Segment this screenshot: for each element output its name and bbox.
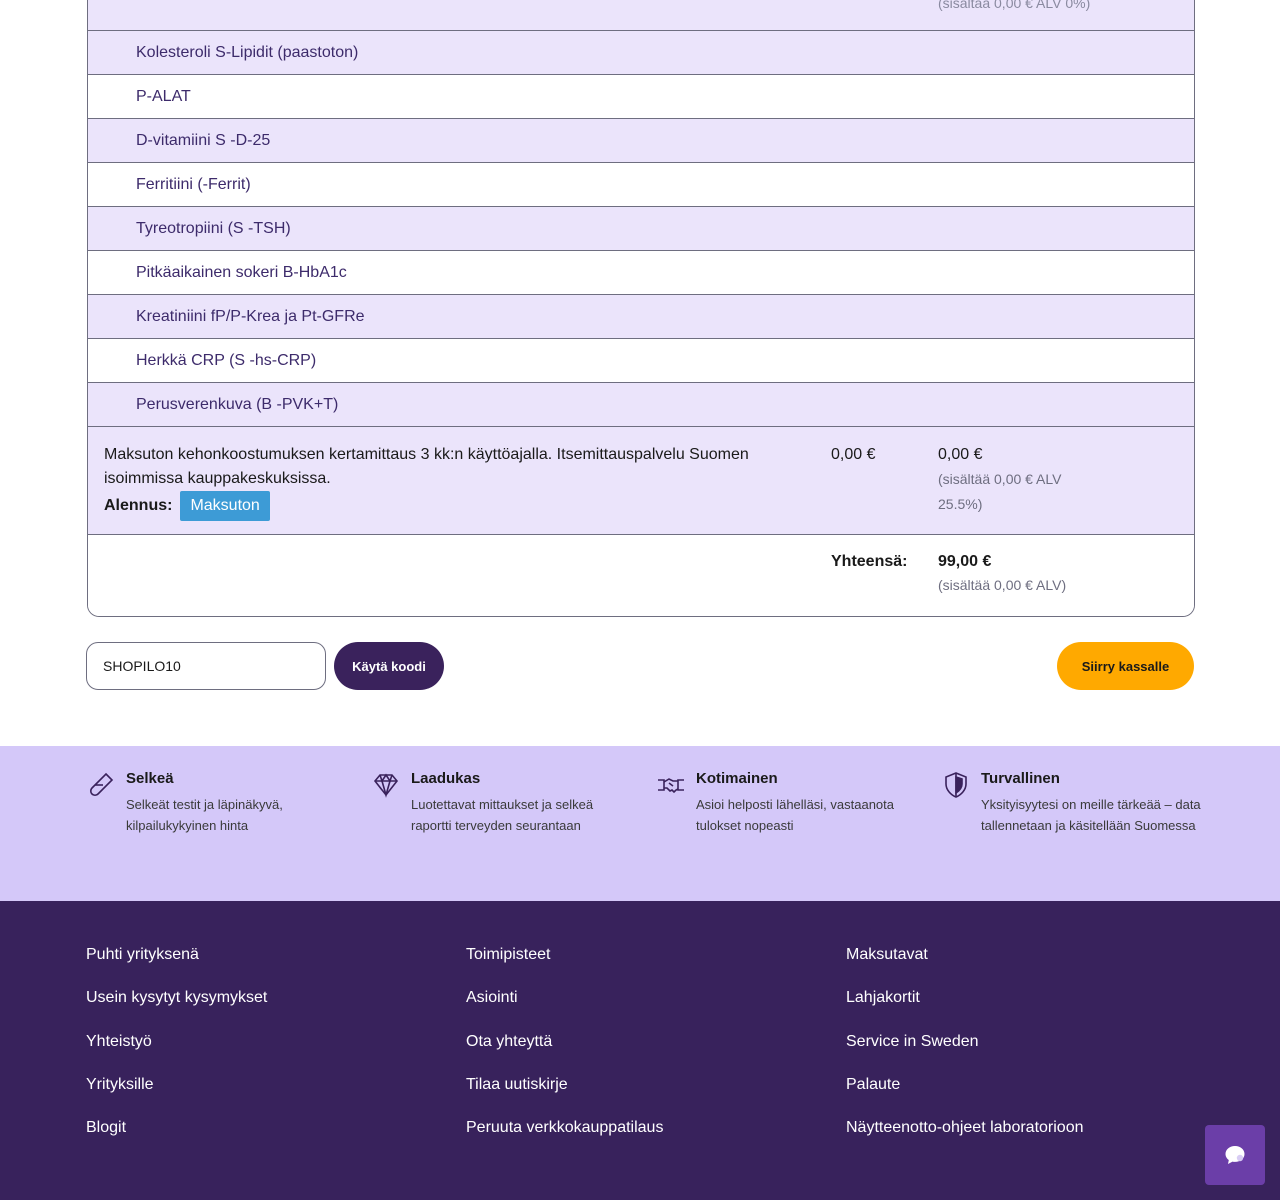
feature-text: Selkeät testit ja läpinäkyvä, kilpailuky…: [126, 797, 283, 833]
feature-title: Laadukas: [411, 770, 481, 787]
bonus-description: Maksuton kehonkoostumuksen kertamittaus …: [104, 446, 749, 487]
chat-button[interactable]: [1205, 1125, 1265, 1185]
cart-total-row: Yhteensä: 99,00 € (sisältää 0,00 € ALV): [88, 535, 1194, 616]
cart-product-row: (sisältää 0,00 € ALV 0%): [88, 0, 1194, 31]
included-test-item: P-ALAT: [88, 75, 1194, 119]
bonus-row: Maksuton kehonkoostumuksen kertamittaus …: [88, 427, 1194, 535]
product-vat-note: (sisältää 0,00 € ALV 0%): [938, 0, 1091, 11]
bonus-price: 0,00 €: [831, 446, 876, 463]
feature-title: Turvallinen: [981, 770, 1060, 787]
bonus-vat-note: (sisältää 0,00 € ALV 25.5%): [938, 471, 1062, 512]
feature-text: Luotettavat mittaukset ja selkeä raportt…: [411, 797, 594, 833]
feature-title: Kotimainen: [696, 770, 778, 787]
footer-link[interactable]: Usein kysytyt kysymykset: [86, 988, 267, 1031]
included-test-item: Ferritiini (-Ferrit): [88, 163, 1194, 207]
footer-link[interactable]: Näytteenotto-ohjeet laboratorioon: [846, 1118, 1084, 1161]
bonus-total-block: 0,00 € (sisältää 0,00 € ALV 25.5%): [938, 443, 1088, 517]
apply-code-button[interactable]: Käytä koodi: [334, 642, 444, 690]
cart-table: (sisältää 0,00 € ALV 0%) Kolesteroli S-L…: [87, 0, 1195, 617]
footer-link[interactable]: Peruuta verkkokauppatilaus: [466, 1118, 663, 1161]
total-vat-note: (sisältää 0,00 € ALV): [938, 577, 1067, 593]
footer-link[interactable]: Yrityksille: [86, 1075, 267, 1118]
included-test-item: D-vitamiini S -D-25: [88, 119, 1194, 163]
footer: Puhti yrityksenä Usein kysytyt kysymykset…: [0, 901, 1280, 1200]
included-test-item: Herkkä CRP (S -hs-CRP): [88, 339, 1194, 383]
test-tube-icon: [89, 772, 114, 797]
footer-link[interactable]: Palaute: [846, 1075, 1084, 1118]
checkout-button[interactable]: Siirry kassalle: [1057, 642, 1194, 690]
discount-label: Alennus:: [104, 497, 173, 514]
included-test-item: Perusverenkuva (B -PVK+T): [88, 383, 1194, 427]
footer-link[interactable]: Toimipisteet: [466, 945, 663, 988]
footer-link[interactable]: Ota yhteyttä: [466, 1032, 663, 1075]
footer-link[interactable]: Lahjakortit: [846, 988, 1084, 1031]
footer-column-payments: Maksutavat Lahjakortit Service in Sweden Pa…: [846, 945, 1084, 1161]
handshake-icon: [658, 778, 684, 794]
bonus-total: 0,00 €: [938, 446, 983, 463]
footer-column-company: Puhti yrityksenä Usein kysytyt kysymykset…: [86, 945, 267, 1161]
included-test-item: Kolesteroli S-Lipidit (paastoton): [88, 31, 1194, 75]
footer-link[interactable]: Maksutavat: [846, 945, 1084, 988]
included-test-item: Tyreotropiini (S -TSH): [88, 207, 1194, 251]
diamond-icon: [373, 773, 399, 798]
footer-link[interactable]: Tilaa uutiskirje: [466, 1075, 663, 1118]
total-label: Yhteensä:: [831, 553, 908, 570]
footer-link[interactable]: Yhteistyö: [86, 1032, 267, 1075]
discount-badge: Maksuton: [180, 491, 270, 521]
footer-column-service: Toimipisteet Asiointi Ota yhteyttä Tilaa uu…: [466, 945, 663, 1161]
chat-bubble-icon: [1225, 1146, 1245, 1164]
shield-icon: [945, 772, 967, 798]
total-value: 99,00 €: [938, 553, 992, 570]
footer-link[interactable]: Blogit: [86, 1118, 267, 1161]
features-band: Selkeä Selkeät testit ja läpinäkyvä, kil…: [0, 746, 1280, 901]
discount-line: Alennus: Maksuton: [104, 491, 804, 521]
footer-link[interactable]: Service in Sweden: [846, 1032, 1084, 1075]
coupon-code-input[interactable]: [86, 642, 326, 690]
included-test-item: Pitkäaikainen sokeri B-HbA1c: [88, 251, 1194, 295]
included-test-item: Kreatiniini fP/P-Krea ja Pt-GFRe: [88, 295, 1194, 339]
feature-text: Yksityisyytesi on meille tärkeää – data …: [981, 797, 1201, 833]
feature-title: Selkeä: [126, 770, 174, 787]
feature-text: Asioi helposti lähelläsi, vastaanota tul…: [696, 797, 895, 833]
footer-link[interactable]: Puhti yrityksenä: [86, 945, 267, 988]
included-tests-list: Kolesteroli S-Lipidit (paastoton) P-ALAT D…: [88, 31, 1194, 427]
footer-link[interactable]: Asiointi: [466, 988, 663, 1031]
bonus-description-block: Maksuton kehonkoostumuksen kertamittaus …: [104, 443, 804, 521]
